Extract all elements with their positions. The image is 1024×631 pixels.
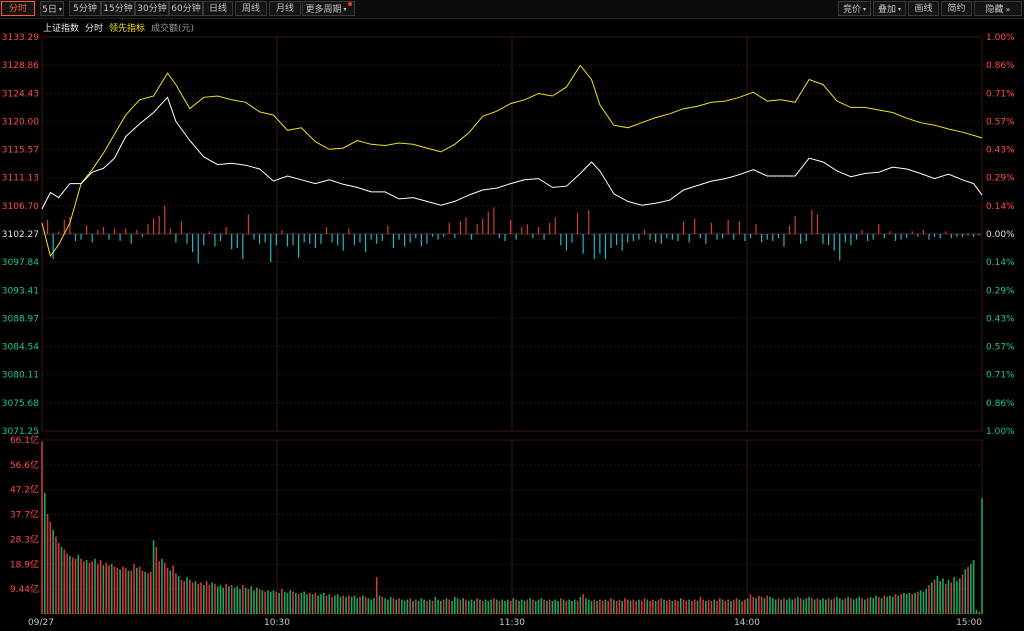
percent-tick-label: 0.71% [986,89,1015,99]
volume-tick-label: 47.2亿 [10,484,39,496]
percent-tick-label: 0.86% [986,399,1015,409]
percent-tick-label: 0.57% [986,117,1015,127]
time-tick-label: 15:00 [956,618,982,628]
intraday-chart[interactable]: 3133.29 1.00% 3128.86 0.86% 3124.43 0.71% 3120… [0,0,1024,631]
price-tick-label: 3124.43 [2,89,39,99]
price-tick-label: 3128.86 [2,61,39,71]
percent-tick-label: 1.00% [986,33,1015,43]
price-tick-label: 3120.00 [2,117,39,127]
price-tick-label: 3080.11 [2,371,39,381]
volume-tick-label: 37.7亿 [10,509,39,521]
percent-tick-label: 0.57% [986,343,1015,353]
percent-base-label: 0.00% [986,230,1015,240]
percent-tick-label: 0.29% [986,286,1015,296]
volume-tick-label: 56.6亿 [10,459,39,471]
price-tick-label: 3111.13 [2,174,39,184]
percent-tick-label: 0.71% [986,371,1015,381]
price-tick-label: 3106.70 [2,202,39,212]
price-base-label: 3102.27 [2,230,39,240]
price-tick-label: 3115.57 [2,146,39,156]
volume-tick-label: 28.3亿 [10,533,39,545]
percent-tick-label: 0.14% [986,202,1015,212]
percent-tick-label: 1.00% [986,427,1015,437]
percent-tick-label: 0.43% [986,146,1015,156]
price-tick-label: 3133.29 [2,33,39,43]
price-tick-label: 3084.54 [2,343,39,353]
price-tick-label: 3097.84 [2,258,39,268]
time-tick-label: 09/27 [28,618,54,628]
price-tick-label: 3075.68 [2,399,39,409]
volume-tick-label: 66.1亿 [10,434,39,446]
percent-tick-label: 0.86% [986,61,1015,71]
percent-tick-label: 0.43% [986,314,1015,324]
percent-tick-label: 0.14% [986,258,1015,268]
volume-tick-label: 18.9亿 [10,558,39,570]
percent-tick-label: 0.29% [986,174,1015,184]
volume-tick-label: 9.44亿 [10,583,39,595]
price-tick-label: 3093.41 [2,286,39,296]
time-tick-label: 10:30 [264,618,290,628]
price-tick-label: 3088.97 [2,314,39,324]
time-tick-label: 14:00 [734,618,760,628]
time-tick-label: 11:30 [499,618,525,628]
